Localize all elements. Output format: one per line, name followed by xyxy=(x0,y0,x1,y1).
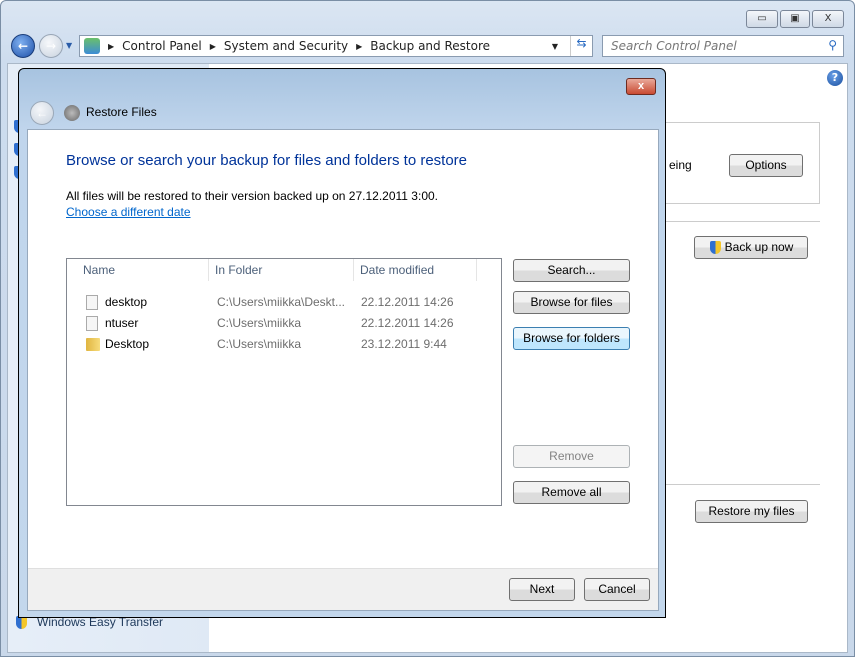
refresh-icon[interactable]: ⇆ xyxy=(570,36,592,56)
column-header-name[interactable]: Name xyxy=(77,259,209,281)
arrow-left-icon: ← xyxy=(36,106,48,120)
item-folder: C:\Users\miikka xyxy=(217,316,302,330)
list-item[interactable]: Desktop C:\Users\miikka 23.12.2011 9:44 xyxy=(67,334,501,354)
search-placeholder: Search Control Panel xyxy=(611,39,737,53)
item-folder: C:\Users\miikka xyxy=(217,337,302,351)
close-button[interactable]: X xyxy=(812,10,844,28)
breadcrumb-system-security[interactable]: System and Security xyxy=(224,39,348,53)
list-item[interactable]: desktop C:\Users\miikka\Deskt... 22.12.201… xyxy=(67,292,501,312)
address-bar[interactable]: ▶ Control Panel ▶ System and Security ▶ Bac… xyxy=(79,35,593,57)
arrow-left-icon: ← xyxy=(17,39,29,53)
breadcrumb-backup-restore[interactable]: Backup and Restore xyxy=(370,39,490,53)
dialog-footer: Next Cancel xyxy=(28,568,658,610)
recent-pages-dropdown[interactable]: ▼ xyxy=(66,41,72,50)
file-icon xyxy=(86,316,98,331)
list-item[interactable]: ntuser C:\Users\miikka 22.12.2011 14:26 xyxy=(67,313,501,333)
address-dropdown-icon[interactable]: ▼ xyxy=(552,42,558,51)
item-date: 22.12.2011 14:26 xyxy=(361,316,454,330)
maximize-button[interactable]: ▣ xyxy=(780,10,810,28)
item-folder: C:\Users\miikka\Deskt... xyxy=(217,295,346,309)
breadcrumb-control-panel[interactable]: Control Panel xyxy=(122,39,202,53)
next-button[interactable]: Next xyxy=(509,578,575,601)
control-panel-icon xyxy=(84,38,100,54)
chevron-right-icon: ▶ xyxy=(108,41,115,51)
back-button[interactable]: ← xyxy=(11,34,35,58)
dialog-title: Restore Files xyxy=(86,105,157,119)
back-up-now-label: Back up now xyxy=(724,240,794,254)
item-name: desktop xyxy=(105,295,148,309)
cancel-button[interactable]: Cancel xyxy=(584,578,650,601)
minimize-button[interactable]: ▭ xyxy=(746,10,778,28)
choose-different-date-link[interactable]: Choose a different date xyxy=(66,205,191,219)
item-date: 22.12.2011 14:26 xyxy=(361,295,454,309)
item-name: ntuser xyxy=(105,316,139,330)
file-icon xyxy=(86,295,98,310)
chevron-right-icon: ▶ xyxy=(209,41,216,51)
dialog-back-button[interactable]: ← xyxy=(30,101,54,125)
search-button[interactable]: Search... xyxy=(513,259,630,282)
item-name: Desktop xyxy=(105,337,150,351)
search-input[interactable]: Search Control Panel ⚲ xyxy=(602,35,844,57)
dialog-close-button[interactable]: x xyxy=(626,78,656,95)
column-header-in-folder[interactable]: In Folder xyxy=(209,259,354,281)
remove-all-button[interactable]: Remove all xyxy=(513,481,630,504)
arrow-right-icon: → xyxy=(45,39,57,53)
browse-for-files-button[interactable]: Browse for files xyxy=(513,291,630,314)
dialog-body: Browse or search your backup for files a… xyxy=(27,129,659,611)
options-button[interactable]: Options xyxy=(729,154,803,177)
item-date: 23.12.2011 9:44 xyxy=(361,337,447,351)
restore-files-dialog: x ← Restore Files Browse or search your … xyxy=(18,68,666,618)
browse-for-folders-button[interactable]: Browse for folders xyxy=(513,327,630,350)
chevron-right-icon: ▶ xyxy=(356,41,363,51)
folder-icon xyxy=(86,338,100,351)
restore-my-files-button[interactable]: Restore my files xyxy=(695,500,808,523)
status-text: eing xyxy=(669,158,692,172)
backup-date-info: All files will be restored to their vers… xyxy=(66,189,438,203)
forward-button[interactable]: → xyxy=(39,34,63,58)
shield-icon xyxy=(710,241,721,254)
help-icon[interactable]: ? xyxy=(827,70,843,86)
column-header-date-modified[interactable]: Date modified xyxy=(354,259,477,281)
files-list[interactable]: Name In Folder Date modified desktop C:\U… xyxy=(66,258,502,506)
back-up-now-button[interactable]: Back up now xyxy=(694,236,808,259)
dialog-heading: Browse or search your backup for files a… xyxy=(66,152,468,169)
search-icon: ⚲ xyxy=(828,38,837,52)
remove-button[interactable]: Remove xyxy=(513,445,630,468)
restore-files-icon xyxy=(64,105,80,121)
